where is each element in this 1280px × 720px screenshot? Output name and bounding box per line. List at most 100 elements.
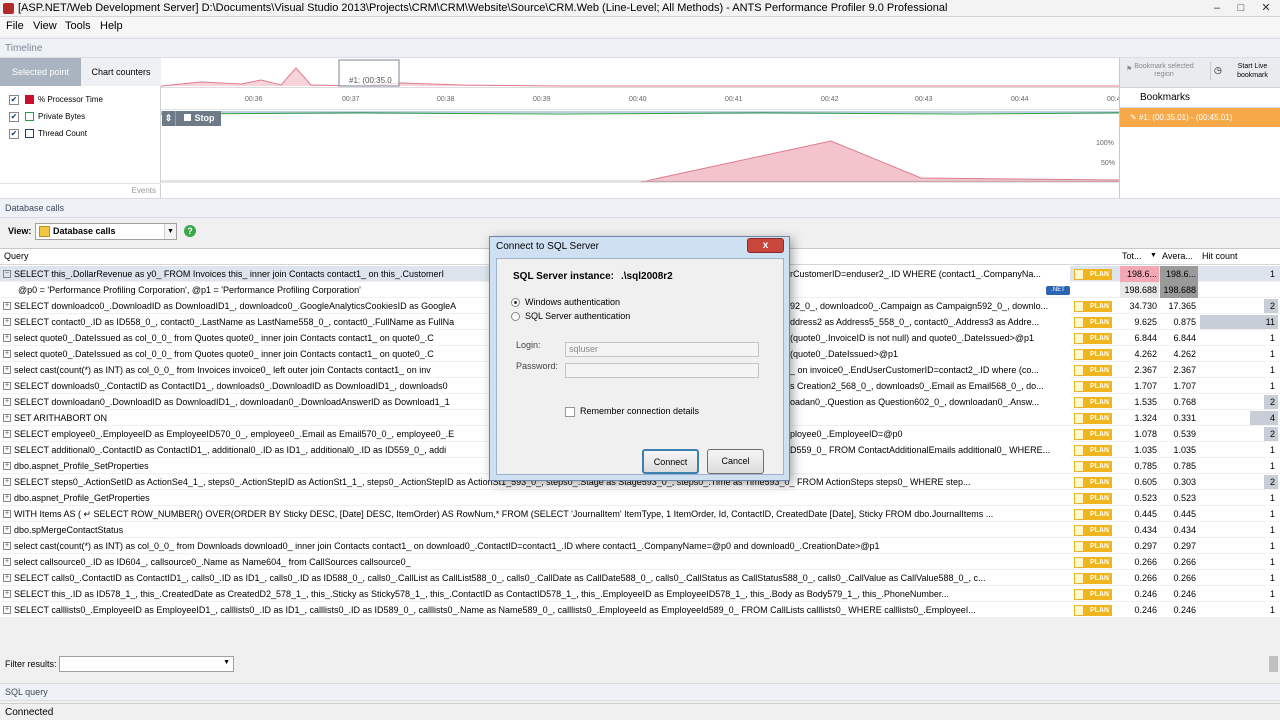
plan-button[interactable]: PLAN — [1074, 557, 1112, 568]
expand-icon[interactable]: + — [3, 318, 11, 326]
plan-button[interactable]: PLAN — [1074, 573, 1112, 584]
windows-auth-radio[interactable]: Windows authentication — [511, 297, 620, 308]
expand-icon[interactable]: + — [3, 590, 11, 598]
checkbox-icon[interactable]: ✔ — [9, 94, 19, 105]
close-window-button[interactable]: ✕ — [1254, 1, 1278, 15]
menu-help[interactable]: Help — [100, 20, 123, 32]
plan-button[interactable]: PLAN — [1074, 269, 1112, 280]
sql-auth-radio[interactable]: SQL Server authentication — [511, 311, 630, 322]
login-field[interactable]: sqluser — [565, 342, 759, 357]
plan-button[interactable]: PLAN — [1074, 525, 1112, 536]
tick-label: 00:43 — [915, 96, 933, 103]
expand-icon[interactable]: + — [3, 366, 11, 374]
table-row[interactable]: + dbo.spMergeContactStatus PLAN 0.434 0.434 1 — [0, 522, 1280, 538]
plan-button[interactable]: PLAN — [1074, 317, 1112, 328]
checkbox-icon[interactable]: ✔ — [9, 111, 19, 122]
connect-button[interactable]: Connect — [642, 449, 699, 474]
start-live-bookmark-button[interactable]: ◷ Start Live bookmark — [1210, 62, 1278, 80]
total-cell: 6.844 — [1134, 333, 1157, 343]
password-field[interactable] — [565, 363, 759, 378]
help-icon[interactable]: ? — [184, 225, 196, 237]
expand-icon[interactable]: + — [3, 558, 11, 566]
plan-button[interactable]: PLAN — [1074, 301, 1112, 312]
plan-label: PLAN — [1089, 271, 1109, 278]
expand-icon[interactable]: + — [3, 494, 11, 502]
hit-count-cell: 4 — [1269, 413, 1275, 423]
cancel-button[interactable]: Cancel — [707, 449, 764, 474]
table-row[interactable]: + SELECT this_.ID as ID578_1_, this_.Crea… — [0, 586, 1280, 602]
expand-icon[interactable]: + — [3, 382, 11, 390]
expand-icon[interactable]: + — [3, 334, 11, 342]
plan-button[interactable]: PLAN — [1074, 461, 1112, 472]
plan-button[interactable]: PLAN — [1074, 413, 1112, 424]
expand-icon[interactable]: + — [3, 398, 11, 406]
tab-selected-point[interactable]: Selected point — [0, 58, 81, 86]
timeline-header[interactable]: Timeline — [0, 38, 1280, 58]
tab-chart-counters[interactable]: Chart counters — [81, 58, 161, 86]
expand-icon[interactable]: + — [3, 430, 11, 438]
column-query[interactable]: Query — [4, 251, 29, 261]
plan-button[interactable]: PLAN — [1074, 541, 1112, 552]
chevron-down-icon[interactable]: ▼ — [223, 659, 230, 666]
radio-selected-icon[interactable] — [511, 298, 520, 308]
total-cell: 198.688 — [1120, 282, 1159, 298]
expand-icon[interactable]: + — [3, 414, 11, 422]
expand-icon[interactable]: + — [3, 510, 11, 518]
expand-icon[interactable]: + — [3, 478, 11, 486]
table-row[interactable]: + select callsource0_.ID as ID604_, calls… — [0, 554, 1280, 570]
radio-icon[interactable] — [511, 312, 520, 322]
checkbox-icon[interactable]: ✔ — [9, 128, 19, 139]
plan-button[interactable]: PLAN — [1074, 365, 1112, 376]
maximize-button[interactable]: □ — [1229, 1, 1253, 15]
plan-button[interactable]: PLAN — [1074, 333, 1112, 344]
expand-icon[interactable]: + — [3, 446, 11, 454]
plan-button[interactable]: PLAN — [1074, 605, 1112, 616]
minimize-button[interactable]: – — [1205, 1, 1229, 15]
plan-button[interactable]: PLAN — [1074, 349, 1112, 360]
plan-button[interactable]: PLAN — [1074, 429, 1112, 440]
expand-icon[interactable]: + — [3, 302, 11, 310]
remember-checkbox[interactable]: Remember connection details — [565, 406, 699, 417]
plan-button[interactable]: PLAN — [1074, 493, 1112, 504]
filter-select[interactable]: ▼ — [59, 656, 234, 672]
expand-icon[interactable]: + — [3, 350, 11, 358]
dialog-close-button[interactable]: x — [747, 238, 784, 253]
bookmark-item[interactable]: ✎ #1: (00:35.01) - (00:45.01) — [1120, 108, 1280, 127]
column-total[interactable]: Tot... — [1122, 251, 1142, 261]
bookmark-selected-region-button[interactable]: ⚑ Bookmark selected region — [1124, 63, 1204, 79]
plan-button[interactable]: PLAN — [1074, 509, 1112, 520]
chevron-down-icon[interactable]: ▼ — [164, 224, 176, 239]
view-select[interactable]: Database calls ▼ — [35, 223, 177, 240]
menu-view[interactable]: View — [33, 20, 57, 32]
timeline-overview[interactable]: #1: (00:35.0 — [160, 58, 1119, 88]
table-row[interactable]: + select cast(count(*) as INT) as col_0_0… — [0, 538, 1280, 554]
plan-button[interactable]: PLAN — [1074, 445, 1112, 456]
counter-graph[interactable]: 100% 50% ⇕ Stop — [161, 110, 1119, 182]
column-average[interactable]: Avera... — [1162, 251, 1193, 261]
table-row[interactable]: + SELECT calllists0_.EmployeeID as Employ… — [0, 602, 1280, 618]
table-row[interactable]: + WITH Items AS ( ↵ SELECT ROW_NUMBER() O… — [0, 506, 1280, 522]
table-row[interactable]: + SELECT calls0_.ContactID as ContactID1_… — [0, 570, 1280, 586]
expand-icon[interactable]: + — [3, 606, 11, 614]
sql-query-header[interactable]: SQL query — [0, 683, 1280, 701]
checkbox-icon[interactable] — [565, 406, 575, 417]
plan-button[interactable]: PLAN — [1074, 477, 1112, 488]
counter-processor-time[interactable]: ✔ % Processor Time — [9, 94, 103, 108]
scrollbar-thumb[interactable] — [1269, 656, 1278, 672]
expand-icon[interactable]: + — [3, 542, 11, 550]
counter-private-bytes[interactable]: ✔ Private Bytes — [9, 111, 85, 125]
table-row[interactable]: + dbo.aspnet_Profile_GetProperties PLAN 0.5… — [0, 490, 1280, 506]
expand-icon[interactable]: + — [3, 574, 11, 582]
counter-thread-count[interactable]: ✔ Thread Count — [9, 128, 87, 142]
plan-button[interactable]: PLAN — [1074, 589, 1112, 600]
stop-button[interactable]: ⇕ Stop — [162, 111, 221, 126]
plan-label: PLAN — [1089, 607, 1109, 614]
plan-button[interactable]: PLAN — [1074, 397, 1112, 408]
column-hit-count[interactable]: Hit count — [1202, 251, 1238, 261]
menu-tools[interactable]: Tools — [65, 20, 91, 32]
expand-icon[interactable]: + — [3, 462, 11, 470]
collapse-icon[interactable]: − — [3, 270, 11, 278]
plan-button[interactable]: PLAN — [1074, 381, 1112, 392]
expand-icon[interactable]: + — [3, 526, 11, 534]
menu-file[interactable]: File — [6, 20, 24, 32]
